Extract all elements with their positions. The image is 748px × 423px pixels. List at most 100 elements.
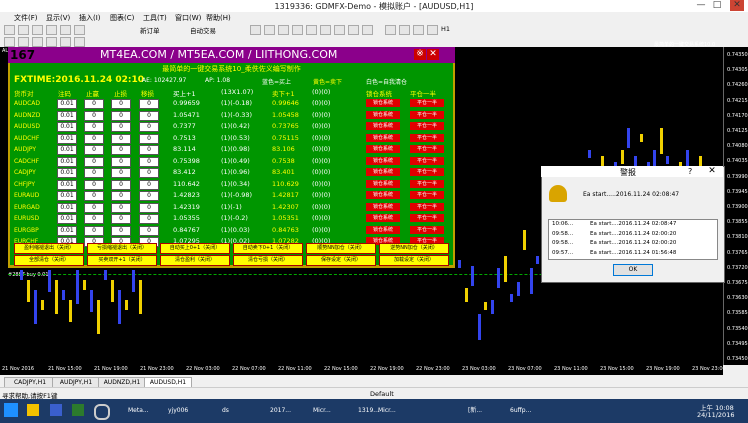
buy-price-button[interactable]: 0.7377 (173, 122, 196, 130)
alert-row-time[interactable]: 09:58... (552, 240, 573, 246)
close-half-button[interactable]: 平仓一半 (410, 225, 444, 234)
ea-toggle-button[interactable]: 逆势NN加仓（关闭） (379, 243, 449, 254)
buy-price-button[interactable]: 1.42319 (173, 203, 200, 211)
taskbar-app-button[interactable]: Micr... (313, 401, 331, 421)
alert-row-time[interactable]: 10:06... (552, 221, 573, 227)
folder-icon[interactable] (27, 404, 39, 416)
close-half-button[interactable]: 平仓一半 (410, 191, 444, 199)
ea-action-button[interactable]: 加载设定（关闭） (379, 255, 449, 266)
sell-price-button[interactable]: 0.7538 (272, 157, 295, 165)
app-icon[interactable] (72, 404, 84, 416)
trail-input[interactable]: 0 (139, 133, 159, 144)
sell-price-button[interactable]: 83.106 (272, 145, 295, 153)
taskbar-app-button[interactable]: ds (222, 401, 229, 421)
autoscroll-icon[interactable] (74, 37, 85, 47)
sell-price-button[interactable]: 1.42307 (272, 203, 299, 211)
sl-input[interactable]: 0 (111, 168, 131, 178)
sell-price-button[interactable]: 110.629 (272, 180, 299, 188)
taskbar-app-button[interactable]: 2017... (270, 401, 291, 421)
new-chart-icon[interactable] (4, 25, 15, 35)
sell-price-button[interactable]: 83.401 (272, 168, 295, 176)
sell-price-button[interactable]: 0.99646 (272, 99, 299, 107)
sl-input[interactable]: 0 (111, 110, 131, 121)
tp-input[interactable]: 0 (84, 225, 104, 236)
timeframe-m1-icon[interactable] (385, 25, 396, 35)
sl-input[interactable]: 0 (111, 122, 131, 132)
sell-price-button[interactable]: 1.05351 (272, 214, 299, 222)
sl-input[interactable]: 0 (111, 145, 131, 155)
ea-toggle-button[interactable]: 自动卖下0+1（关闭） (233, 243, 303, 254)
navigator-icon[interactable] (46, 25, 57, 35)
taskbar-app-button[interactable]: 1319... (358, 401, 379, 421)
lot-input[interactable]: 0.01 (57, 110, 77, 121)
candle-chart-icon[interactable] (18, 37, 29, 47)
trail-input[interactable]: 0 (139, 191, 159, 201)
bar-chart-icon[interactable] (4, 37, 15, 47)
minimize-button[interactable]: — (694, 0, 708, 11)
buy-price-button[interactable]: 0.99659 (173, 99, 200, 107)
auto-trading-button[interactable]: 自动交易 (190, 25, 216, 35)
close-button[interactable]: ✕ (730, 0, 744, 11)
maximize-button[interactable]: □ (710, 0, 724, 11)
lot-input[interactable]: 0.01 (57, 133, 77, 144)
zoom-in-icon[interactable] (46, 37, 57, 47)
buy-price-button[interactable]: 110.642 (173, 180, 200, 188)
tp-input[interactable]: 0 (84, 122, 104, 132)
tp-input[interactable]: 0 (84, 168, 104, 178)
lock-button[interactable]: 锁仓系统 (366, 110, 400, 119)
new-order-button[interactable]: 新订单 (140, 25, 160, 35)
close-half-button[interactable]: 平仓一半 (410, 202, 444, 211)
taskbar-app-button[interactable]: [新... (468, 401, 482, 421)
crosshair-icon[interactable] (264, 25, 275, 35)
close-half-button[interactable]: 平仓一半 (410, 110, 444, 119)
trail-input[interactable]: 0 (139, 99, 159, 109)
tp-input[interactable]: 0 (84, 156, 104, 167)
ea-panel-close-icon[interactable]: ✕ (427, 49, 439, 60)
lot-input[interactable]: 0.01 (57, 99, 77, 109)
sell-price-button[interactable]: 1.05458 (272, 111, 299, 119)
lot-input[interactable]: 0.01 (57, 156, 77, 167)
timeframe-m5-icon[interactable] (399, 25, 410, 35)
ea-toggle-button[interactable]: 盈利缩褪退出（关闭） (14, 243, 84, 254)
close-half-button[interactable]: 平仓一半 (410, 179, 444, 188)
lot-input[interactable]: 0.01 (57, 225, 77, 236)
windows-start-icon[interactable] (4, 403, 18, 417)
menu-view[interactable]: 显示(V) (46, 13, 70, 23)
ea-toggle-button[interactable]: 亏损缩褪退出（关闭） (87, 243, 157, 254)
lock-button[interactable]: 锁仓系统 (366, 214, 400, 222)
tp-input[interactable]: 0 (84, 110, 104, 121)
horizontal-line-icon[interactable] (292, 25, 303, 35)
lock-button[interactable]: 锁仓系统 (366, 99, 400, 107)
taskbar-app-button[interactable]: Meta... (128, 401, 149, 421)
sl-input[interactable]: 0 (111, 99, 131, 109)
search-icon[interactable] (94, 404, 110, 420)
ea-action-button[interactable]: 全部清仓（关闭） (14, 255, 84, 266)
lot-input[interactable]: 0.01 (57, 145, 77, 155)
ea-action-button[interactable]: 买卖双开+1（关闭） (87, 255, 157, 266)
buy-price-button[interactable]: 1.05355 (173, 214, 200, 222)
tp-input[interactable]: 0 (84, 191, 104, 201)
cursor-icon[interactable] (250, 25, 261, 35)
alert-close-icon[interactable]: ✕ (705, 166, 719, 176)
zoom-out-icon[interactable] (60, 37, 71, 47)
menu-insert[interactable]: 插入(I) (79, 13, 101, 23)
alert-row-text[interactable]: Ea start....2016.11.24 02:08:47 (590, 221, 676, 227)
trendline-icon[interactable] (306, 25, 317, 35)
menu-chart[interactable]: 图表(C) (110, 13, 134, 23)
alert-row-text[interactable]: Ea start....2016.11.24 01:56:48 (590, 250, 676, 256)
close-half-button[interactable]: 平仓一半 (410, 168, 444, 176)
text-tool-icon[interactable] (348, 25, 359, 35)
profiles-icon[interactable] (18, 25, 29, 35)
tp-input[interactable]: 0 (84, 133, 104, 144)
alert-help-icon[interactable]: ? (688, 167, 692, 176)
ea-toggle-button[interactable]: 顺势NN加仓（关闭） (306, 243, 376, 254)
ea-action-button[interactable]: 保存设定（关闭） (306, 255, 376, 266)
sell-price-button[interactable]: 0.84763 (272, 226, 299, 234)
sl-input[interactable]: 0 (111, 225, 131, 236)
ea-action-button[interactable]: 清仓盈利（关闭） (160, 255, 230, 266)
lock-button[interactable]: 锁仓系统 (366, 225, 400, 234)
trail-input[interactable]: 0 (139, 122, 159, 132)
lock-button[interactable]: 锁仓系统 (366, 122, 400, 130)
timeframe-m15-icon[interactable] (413, 25, 424, 35)
buy-price-button[interactable]: 0.7513 (173, 134, 196, 142)
